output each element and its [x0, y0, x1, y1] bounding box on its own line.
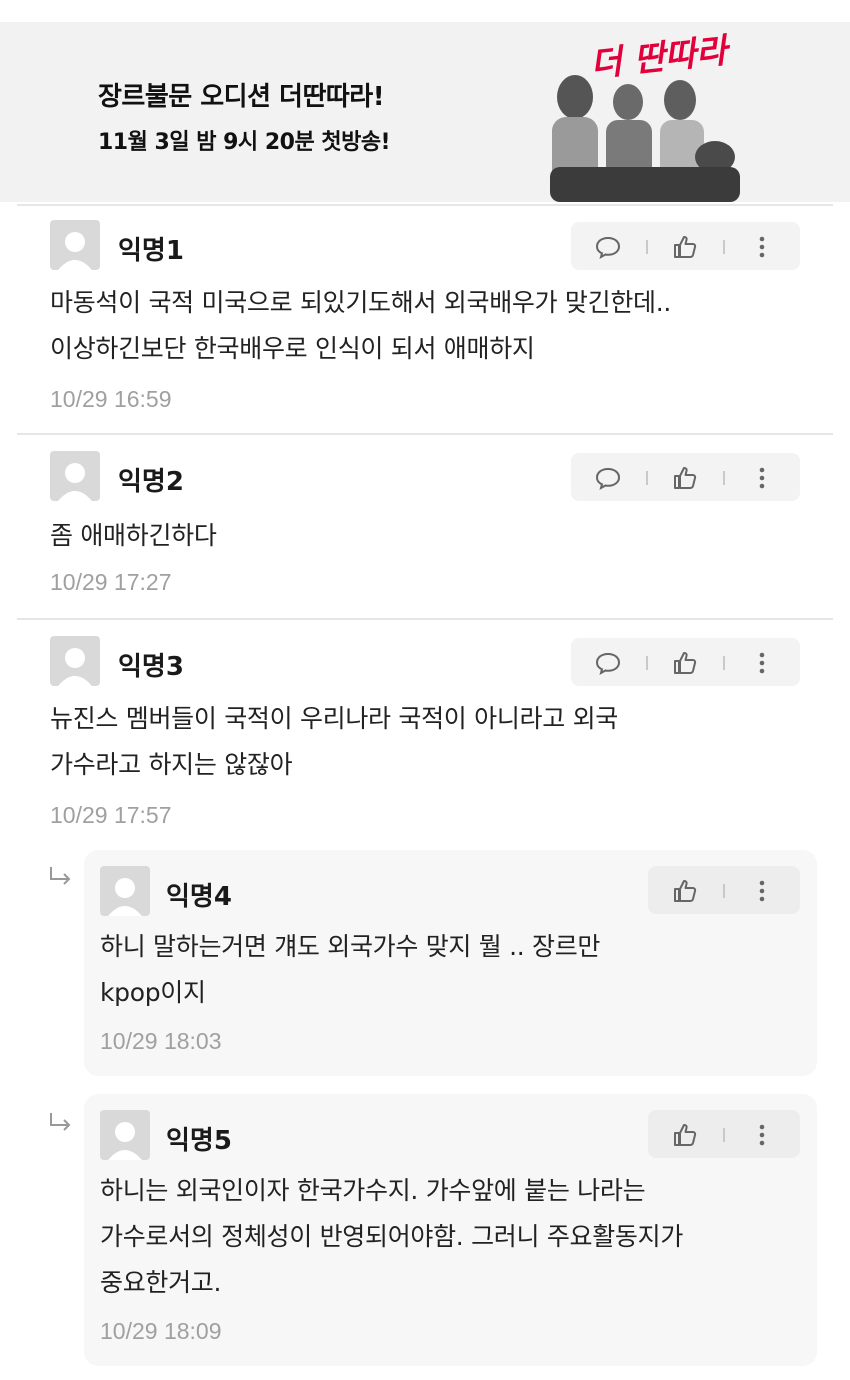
separator [723, 884, 725, 898]
default-user-icon[interactable] [100, 866, 150, 916]
vertical-dots-icon[interactable] [749, 234, 775, 260]
comment-actions [571, 453, 800, 501]
vertical-dots-icon[interactable] [749, 878, 775, 904]
divider [17, 433, 833, 435]
banner-headline: 장르불문 오디션 더딴따라! [98, 82, 385, 112]
separator [646, 240, 648, 254]
comment-actions [571, 638, 800, 686]
comment-timestamp: 10/29 17:27 [50, 569, 172, 595]
default-user-icon[interactable] [50, 451, 100, 501]
reply-body: 하니는 외국인이자 한국가수지. 가수앞에 붙는 나라는 가수로서의 정체성이 … [100, 1176, 684, 1297]
reply-arrow-icon [50, 1113, 71, 1131]
separator [723, 240, 725, 254]
comment-timestamp: 10/29 16:59 [50, 386, 172, 412]
separator [646, 471, 648, 485]
reply-actions [648, 866, 800, 914]
separator [723, 1128, 725, 1142]
default-user-icon[interactable] [50, 636, 100, 686]
comment-actions [571, 222, 800, 270]
reply-timestamp: 10/29 18:03 [100, 1028, 222, 1054]
comment-body: 좀 애매하긴하다 [50, 521, 217, 550]
reply-body: 하니 말하는거면 걔도 외국가수 맞지 뭘 .. 장르만 kpop이지 [100, 932, 601, 1007]
separator [723, 656, 725, 670]
reply-arrow-icon [50, 867, 71, 885]
separator [723, 471, 725, 485]
comment-author[interactable]: 익명1 [118, 230, 184, 267]
comment-timestamp: 10/29 17:57 [50, 802, 172, 828]
vertical-dots-icon[interactable] [749, 465, 775, 491]
comment-author[interactable]: 익명3 [118, 646, 184, 683]
separator [646, 656, 648, 670]
default-user-icon[interactable] [100, 1110, 150, 1160]
thumbs-up-icon[interactable] [672, 234, 698, 260]
speech-bubble-icon[interactable] [595, 650, 621, 676]
reply-item: 익명4 하니 말하는거면 걔도 외국가수 맞지 뭘 .. 장르만 kpop이지 … [84, 850, 817, 1076]
promo-banner[interactable]: 장르불문 오디션 더딴따라! 11월 3일 밤 9시 20분 첫방송! 더 딴따… [0, 22, 850, 202]
vertical-dots-icon[interactable] [749, 1122, 775, 1148]
thumbs-up-icon[interactable] [672, 878, 698, 904]
vertical-dots-icon[interactable] [749, 650, 775, 676]
divider [17, 618, 833, 620]
reply-item: 익명5 하니는 외국인이자 한국가수지. 가수앞에 붙는 나라는 가수로서의 정… [84, 1094, 817, 1366]
reply-author[interactable]: 익명4 [166, 876, 232, 913]
comment-author[interactable]: 익명2 [118, 461, 184, 498]
thumbs-up-icon[interactable] [672, 1122, 698, 1148]
speech-bubble-icon[interactable] [595, 465, 621, 491]
thumbs-up-icon[interactable] [672, 465, 698, 491]
default-user-icon[interactable] [50, 220, 100, 270]
reply-author[interactable]: 익명5 [166, 1120, 232, 1157]
reply-actions [648, 1110, 800, 1158]
divider [17, 204, 833, 206]
comment-body: 마동석이 국적 미국으로 되있기도해서 외국배우가 맞긴한데.. 이상하긴보단 … [50, 288, 672, 363]
comment-body: 뉴진스 멤버들이 국적이 우리나라 국적이 아니라고 외국 가수라고 하지는 않… [50, 704, 618, 779]
reply-timestamp: 10/29 18:09 [100, 1318, 222, 1344]
banner-subline: 11월 3일 밤 9시 20분 첫방송! [98, 130, 391, 155]
thumbs-up-icon[interactable] [672, 650, 698, 676]
speech-bubble-icon[interactable] [595, 234, 621, 260]
